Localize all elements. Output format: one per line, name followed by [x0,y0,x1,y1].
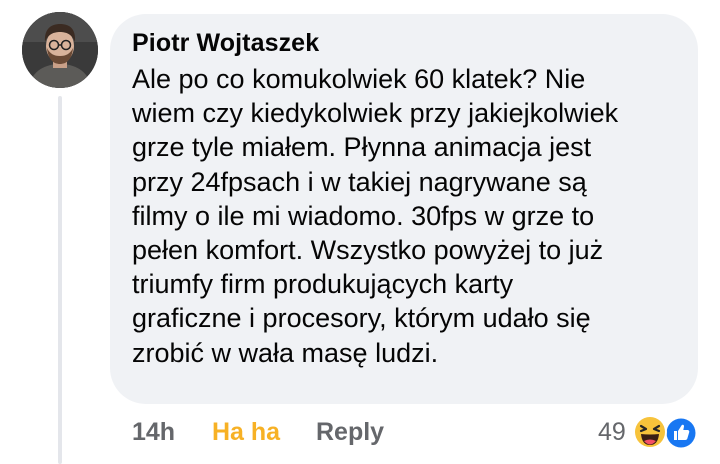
reply-button[interactable]: Reply [316,418,384,447]
comment-timestamp[interactable]: 14h [132,418,212,447]
reactions-summary[interactable]: 49 [598,412,702,452]
comment-text: Ale po co komukolwiek 60 klatek? Nie wie… [132,64,619,368]
comment-author[interactable]: Piotr Wojtaszek [132,28,676,58]
reaction-count: 49 [598,417,626,446]
comment-container: Piotr Wojtaszek Ale po co komukolwiek 60… [0,0,720,464]
avatar-image [22,12,98,88]
haha-icon [632,415,667,449]
thread-line [58,96,62,464]
like-icon [664,416,698,450]
avatar[interactable] [22,12,98,88]
comment-actions: 14h Ha ha Reply [132,414,384,450]
reaction-icons [632,412,702,452]
reaction-button[interactable]: Ha ha [212,418,316,447]
comment-bubble: Piotr Wojtaszek Ale po co komukolwiek 60… [110,14,698,404]
